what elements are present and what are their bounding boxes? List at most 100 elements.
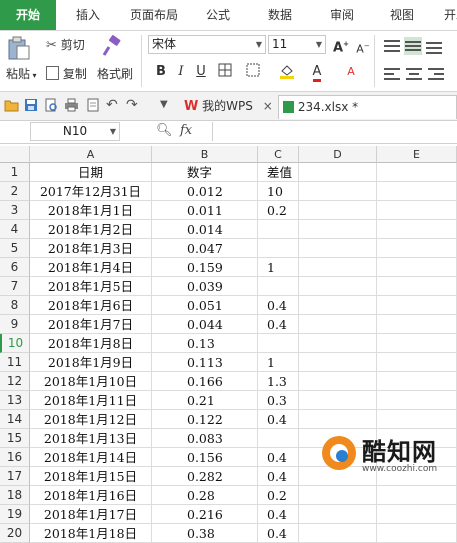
cell-number[interactable]: 数字 [152, 163, 258, 182]
select-all-corner[interactable] [0, 146, 30, 163]
cell-date[interactable]: 2018年1月1日 [30, 201, 152, 220]
cell-diff[interactable]: 差值 [258, 163, 299, 182]
column-header-a[interactable]: A [30, 146, 152, 163]
cell-empty[interactable] [299, 372, 377, 391]
font-name-select[interactable]: 宋体 ▼ [148, 35, 266, 54]
preview-icon[interactable] [86, 98, 101, 113]
merge-cells-icon[interactable] [244, 63, 262, 81]
italic-button[interactable]: I [172, 63, 190, 81]
cell-date[interactable]: 2018年1月2日 [30, 220, 152, 239]
column-header-e[interactable]: E [377, 146, 457, 163]
row-header[interactable]: 7 [0, 277, 30, 296]
cell-empty[interactable] [299, 182, 377, 201]
column-header-d[interactable]: D [299, 146, 377, 163]
cell-date[interactable]: 日期 [30, 163, 152, 182]
bold-button[interactable]: B [152, 63, 170, 81]
align-left-icon[interactable] [384, 67, 400, 81]
cell-date[interactable]: 2018年1月17日 [30, 505, 152, 524]
cell-diff[interactable]: 0.4 [258, 448, 299, 467]
cell-number[interactable]: 0.13 [152, 334, 258, 353]
cell-date[interactable]: 2018年1月7日 [30, 315, 152, 334]
cell-empty[interactable] [377, 163, 457, 182]
cell-diff[interactable]: 0.2 [258, 486, 299, 505]
tab-developer[interactable]: 开发 [436, 0, 457, 30]
cell-empty[interactable] [377, 277, 457, 296]
cell-number[interactable]: 0.21 [152, 391, 258, 410]
cell-number[interactable]: 0.014 [152, 220, 258, 239]
cell-diff[interactable]: 0.4 [258, 315, 299, 334]
cell-date[interactable]: 2018年1月18日 [30, 524, 152, 543]
cell-diff[interactable]: 0.4 [258, 296, 299, 315]
cell-date[interactable]: 2018年1月16日 [30, 486, 152, 505]
row-header[interactable]: 4 [0, 220, 30, 239]
cell-date[interactable]: 2018年1月3日 [30, 239, 152, 258]
cell-diff[interactable]: 0.4 [258, 524, 299, 543]
cell-diff[interactable] [258, 239, 299, 258]
cell-empty[interactable] [377, 410, 457, 429]
cell-date[interactable]: 2018年1月5日 [30, 277, 152, 296]
cell-diff[interactable] [258, 429, 299, 448]
cell-date[interactable]: 2018年1月12日 [30, 410, 152, 429]
open-folder-icon[interactable] [4, 98, 19, 113]
format-painter-icon[interactable] [100, 35, 128, 59]
cut-button[interactable]: ✂ 剪切 [46, 36, 85, 53]
column-header-b[interactable]: B [152, 146, 258, 163]
cell-empty[interactable] [299, 277, 377, 296]
fill-color-icon[interactable] [278, 63, 296, 81]
tab-formulas[interactable]: 公式 [196, 0, 240, 30]
cell-empty[interactable] [299, 201, 377, 220]
cell-empty[interactable] [377, 353, 457, 372]
tab-page-layout[interactable]: 页面布局 [120, 0, 188, 30]
shrink-font-button[interactable]: A− [354, 37, 372, 56]
formula-input[interactable] [212, 122, 457, 141]
function-button[interactable]: fx [180, 123, 192, 138]
cell-diff[interactable]: 0.3 [258, 391, 299, 410]
row-header[interactable]: 19 [0, 505, 30, 524]
close-icon[interactable]: × [263, 99, 273, 113]
tab-view[interactable]: 视图 [380, 0, 424, 30]
borders-icon[interactable] [216, 63, 234, 81]
format-painter-button[interactable]: 格式刷 [97, 65, 133, 82]
cell-empty[interactable] [377, 505, 457, 524]
row-header[interactable]: 18 [0, 486, 30, 505]
cell-diff[interactable] [258, 277, 299, 296]
tab-my-wps[interactable]: W 我的WPS × [180, 95, 274, 119]
row-header[interactable]: 17 [0, 467, 30, 486]
cell-number[interactable]: 0.012 [152, 182, 258, 201]
cell-number[interactable]: 0.122 [152, 410, 258, 429]
cell-diff[interactable] [258, 220, 299, 239]
cell-number[interactable]: 0.047 [152, 239, 258, 258]
cell-empty[interactable] [377, 182, 457, 201]
cell-empty[interactable] [377, 258, 457, 277]
tab-home[interactable]: 开始 [0, 0, 56, 30]
row-header[interactable]: 1 [0, 163, 30, 182]
cell-empty[interactable] [377, 372, 457, 391]
row-header[interactable]: 12 [0, 372, 30, 391]
cell-empty[interactable] [377, 315, 457, 334]
row-header[interactable]: 14 [0, 410, 30, 429]
row-header[interactable]: 5 [0, 239, 30, 258]
name-box[interactable]: N10 ▼ [30, 122, 120, 141]
cell-number[interactable]: 0.156 [152, 448, 258, 467]
align-top-icon[interactable] [384, 39, 400, 53]
customize-dropdown-icon[interactable]: ▼ [160, 98, 175, 113]
print-icon[interactable] [64, 98, 79, 113]
row-header[interactable]: 13 [0, 391, 30, 410]
cell-date[interactable]: 2018年1月8日 [30, 334, 152, 353]
cell-empty[interactable] [299, 296, 377, 315]
cell-number[interactable]: 0.051 [152, 296, 258, 315]
cell-number[interactable]: 0.166 [152, 372, 258, 391]
tab-data[interactable]: 数据 [258, 0, 302, 30]
row-header[interactable]: 15 [0, 429, 30, 448]
cell-number[interactable]: 0.282 [152, 467, 258, 486]
cell-empty[interactable] [377, 220, 457, 239]
row-header[interactable]: 2 [0, 182, 30, 201]
align-middle-icon[interactable] [404, 37, 422, 55]
cell-empty[interactable] [377, 201, 457, 220]
tab-insert[interactable]: 插入 [64, 0, 112, 30]
underline-button[interactable]: U [192, 63, 210, 81]
column-header-c[interactable]: C [258, 146, 299, 163]
cell-diff[interactable] [258, 334, 299, 353]
paste-button[interactable]: 粘贴 ▾ [6, 65, 37, 82]
cell-number[interactable]: 0.28 [152, 486, 258, 505]
